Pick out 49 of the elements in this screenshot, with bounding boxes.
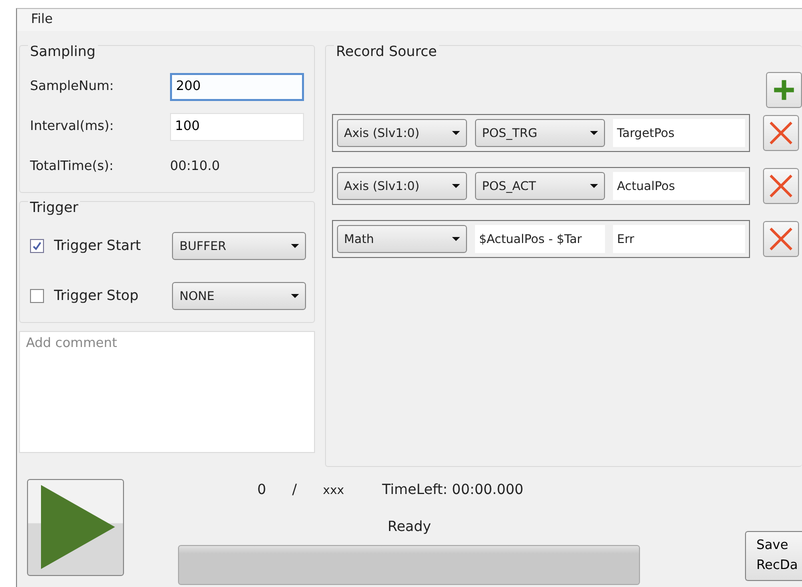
delete-button[interactable] [763,220,799,256]
field-value: 00:10.0 [170,159,220,174]
total-count: xxx [322,482,344,496]
group-title: Record Source [334,44,439,60]
dropdown[interactable]: BUFFER [172,232,306,260]
input-field[interactable]: $ActualPos - $Tar [475,224,605,252]
dropdown[interactable]: Axis (Slv1:0) [337,118,467,146]
add-button[interactable] [766,72,802,108]
group-title: Trigger [28,200,80,216]
comment-field[interactable]: Add comment [19,330,315,452]
input-field[interactable]: 200 [170,72,304,100]
sample-count: 0 [257,482,266,498]
time-left: TimeLeft: 00:00.000 [382,482,524,498]
input-field[interactable]: Err [613,224,745,252]
dropdown[interactable]: Math [337,224,467,252]
separator-text: / [292,482,297,498]
checkbox[interactable] [30,288,44,302]
caret-icon [452,184,460,188]
caret-icon [452,130,460,134]
save-button[interactable]: Save RecDa [745,530,802,580]
delete-button[interactable] [763,168,799,204]
dropdown[interactable]: POS_TRG [475,118,605,146]
caret-icon [590,130,598,134]
delete-button[interactable] [763,114,799,150]
menu-item[interactable]: File [31,12,53,28]
group-title: Sampling [28,44,98,60]
input-field[interactable]: TargetPos [613,118,745,146]
caret-icon [291,294,299,298]
dropdown[interactable]: Axis (Slv1:0) [337,172,467,200]
caret-icon [590,184,598,188]
close-icon [768,172,794,198]
field-label: Interval(ms): [30,119,115,134]
input-field[interactable]: 100 [170,112,304,140]
checkbox-label: Trigger Start [54,238,142,254]
checkbox[interactable] [30,238,44,252]
close-icon [768,226,794,252]
dropdown[interactable]: NONE [172,282,306,310]
checkbox-label: Trigger Stop [54,288,140,304]
play-button[interactable] [27,478,124,576]
close-icon [768,120,794,146]
plus-icon [773,78,795,100]
dropdown[interactable]: POS_ACT [475,172,605,200]
input-field[interactable]: ActualPos [613,172,745,200]
status-message: Ready [388,518,432,534]
field-label: SampleNum: [30,79,115,94]
field-label: TotalTime(s): [30,159,114,174]
caret-icon [452,236,460,240]
play-icon [40,485,115,569]
caret-icon [291,244,299,248]
